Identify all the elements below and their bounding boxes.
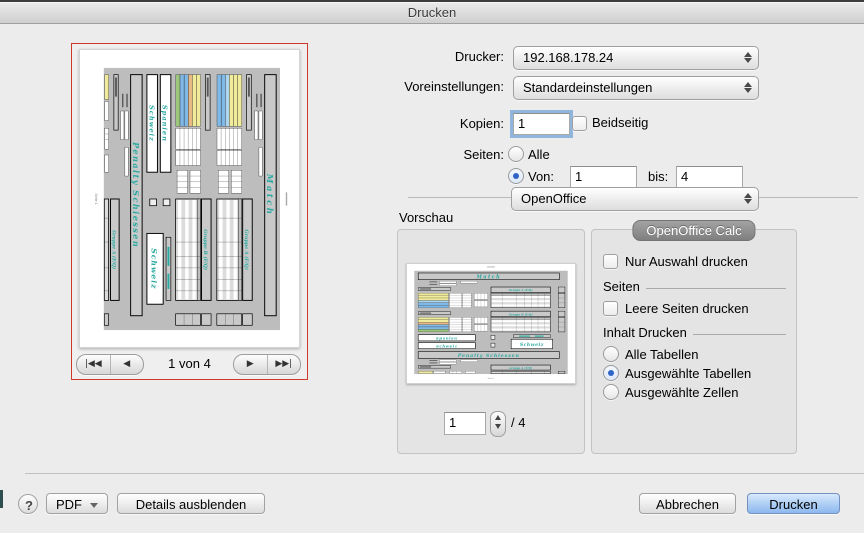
svg-text:Seite 1: Seite 1 — [94, 193, 98, 204]
vorschau-page-stepper[interactable] — [490, 411, 506, 437]
background-window-edge — [0, 490, 3, 508]
selection-only-checkbox[interactable] — [603, 254, 618, 269]
app-options-popup-value: OpenOffice — [521, 188, 587, 209]
rotated-sheet-preview: Match Gruppe A (F/Q) — [88, 55, 291, 342]
pages-from-input[interactable]: 1 — [570, 166, 637, 188]
svg-text:Gruppe B (F/Q): Gruppe B (F/Q) — [201, 229, 208, 270]
svg-text:Gruppe A (F/Q): Gruppe A (F/Q) — [110, 230, 117, 269]
pages-section-label: Seiten — [603, 279, 640, 294]
pages-all-label: Alle — [528, 146, 550, 164]
print-preview-frame: Match Gruppe A (F/Q) — [71, 43, 308, 380]
empty-pages-checkbox[interactable] — [603, 301, 618, 316]
svg-text:Spanien: Spanien — [160, 104, 168, 141]
svg-text:Gruppe B (F/Q): Gruppe B (F/Q) — [509, 312, 534, 316]
selected-cells-radio[interactable] — [603, 384, 619, 400]
empty-pages-label: Leere Seiten drucken — [625, 301, 749, 316]
all-tables-radio[interactable] — [603, 346, 619, 362]
svg-text:Schweiz: Schweiz — [149, 248, 158, 289]
vorschau-page-total: / 4 — [511, 411, 525, 435]
pages-to-label: bis: — [648, 168, 668, 186]
presets-popup[interactable]: Standardeinstellungen — [513, 76, 759, 100]
pages-to-input[interactable]: 4 — [676, 166, 743, 188]
svg-text:Match: Match — [475, 274, 501, 280]
preview-nav-back-group: |◀◀ ◀ — [76, 354, 144, 375]
titlebar: Drucken — [0, 2, 864, 24]
vorschau-panel: Match Gruppe A (F/Q) — [397, 229, 585, 454]
svg-text:Gruppe A (F/Q): Gruppe A (F/Q) — [509, 288, 533, 292]
previous-page-button[interactable]: ◀ — [110, 355, 144, 374]
calc-panel-title: OpenOffice Calc — [632, 220, 755, 241]
vorschau-thumbnail: Match Gruppe A (F/Q) — [406, 263, 576, 384]
svg-text:Gruppe A (F/Q): Gruppe A (F/Q) — [509, 366, 533, 370]
help-button[interactable]: ? — [18, 494, 38, 514]
pages-all-radio[interactable] — [508, 146, 524, 162]
calc-options-panel: OpenOffice Calc Nur Auswahl drucken Seit… — [591, 229, 797, 454]
pages-label: Seiten: — [284, 144, 504, 166]
pdf-menu-label: PDF — [56, 497, 82, 512]
last-page-button[interactable]: ▶▶| — [267, 355, 301, 374]
previous-page-icon: ◀ — [123, 359, 130, 369]
popup-arrows-icon — [744, 51, 752, 65]
next-page-button[interactable]: ▶ — [234, 355, 267, 374]
svg-text:Seite 1: Seite 1 — [488, 377, 495, 380]
svg-text:Spanien: Spanien — [436, 335, 458, 340]
svg-text:Penalty Schiessen: Penalty Schiessen — [131, 141, 141, 248]
dialog-title: Drucken — [0, 2, 864, 23]
svg-text:Match: Match — [264, 172, 274, 216]
app-options-popup[interactable]: OpenOffice — [511, 187, 759, 211]
section-line — [646, 288, 786, 289]
all-tables-label: Alle Tabellen — [625, 347, 698, 362]
spreadsheet-preview: Match Gruppe A (F/Q) — [88, 55, 291, 342]
cancel-button[interactable]: Abbrechen — [639, 493, 736, 514]
content-section-header: Inhalt Drucken — [603, 325, 786, 340]
printer-popup[interactable]: 192.168.178.24 — [513, 46, 759, 70]
chevron-down-icon — [90, 503, 98, 508]
pdf-menu-button[interactable]: PDF — [46, 493, 108, 514]
presets-label: Voreinstellungen: — [284, 76, 504, 98]
svg-text:Penalty Schiessen: Penalty Schiessen — [457, 353, 520, 359]
print-button[interactable]: Drucken — [747, 493, 840, 514]
svg-text:Schweiz: Schweiz — [436, 343, 458, 348]
copies-input[interactable]: 1 — [513, 113, 570, 135]
first-page-icon: |◀◀ — [85, 359, 102, 369]
vorschau-label: Vorschau — [399, 210, 453, 225]
sheet-preview: Match Gruppe A (F/Q) — [407, 264, 575, 383]
selected-cells-label: Ausgewählte Zellen — [625, 385, 738, 400]
vorschau-page-controls: 1 / 4 — [398, 411, 584, 435]
presets-popup-value: Standardeinstellungen — [523, 77, 652, 98]
svg-text:Schweiz: Schweiz — [147, 105, 155, 142]
print-preview-page: Match Gruppe A (F/Q) — [79, 49, 300, 348]
svg-text:Gruppe A (F/Q): Gruppe A (F/Q) — [243, 229, 250, 270]
copies-label: Kopien: — [284, 113, 504, 135]
print-dialog: Drucken Match Gruppe A (F/Q) — [0, 0, 864, 533]
first-page-button[interactable]: |◀◀ — [77, 355, 110, 374]
content-section-label: Inhalt Drucken — [603, 325, 687, 340]
pages-from-radio[interactable] — [508, 168, 524, 184]
popup-arrows-icon — [744, 192, 752, 206]
svg-text:Schweiz: Schweiz — [520, 342, 544, 348]
section-line — [693, 334, 786, 335]
selected-tables-label: Ausgewählte Tabellen — [625, 366, 751, 381]
preview-navigation: 1 von 4 |◀◀ ◀ ▶ ▶▶| — [72, 354, 307, 374]
duplex-checkbox[interactable] — [572, 116, 587, 131]
printer-label: Drucker: — [284, 46, 504, 68]
printer-popup-value: 192.168.178.24 — [523, 47, 613, 68]
vorschau-page-input[interactable]: 1 — [444, 412, 486, 435]
pages-from-label: Von: — [528, 168, 554, 186]
duplex-label: Beidseitig — [592, 114, 648, 132]
selected-tables-radio[interactable] — [603, 365, 619, 381]
popup-arrows-icon — [744, 81, 752, 95]
last-page-icon: ▶▶| — [275, 359, 292, 369]
preview-nav-forward-group: ▶ ▶▶| — [233, 354, 301, 375]
hide-details-button[interactable]: Details ausblenden — [117, 493, 265, 514]
pages-section-header: Seiten — [603, 279, 786, 294]
next-page-icon: ▶ — [247, 359, 254, 369]
spreadsheet-preview: Match Gruppe A (F/Q) — [407, 264, 575, 383]
footer-divider — [25, 473, 864, 474]
selection-only-label: Nur Auswahl drucken — [625, 254, 748, 269]
